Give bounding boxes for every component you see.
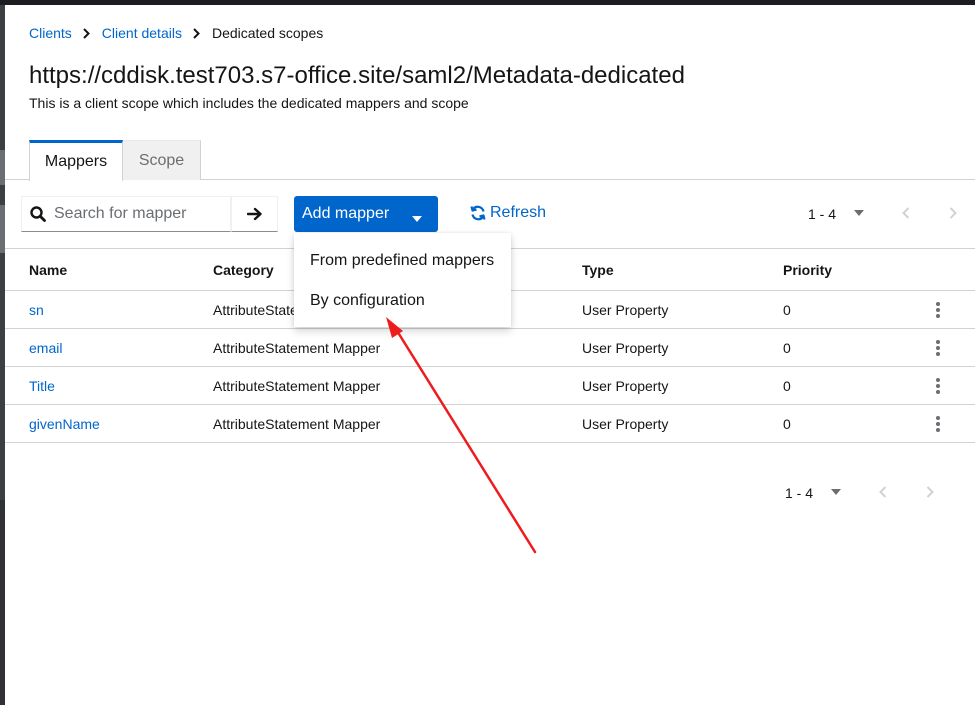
angle-right-icon xyxy=(72,27,102,39)
column-header-type[interactable]: Type xyxy=(582,249,614,290)
mapper-name-link[interactable]: email xyxy=(29,329,62,366)
mapper-type: User Property xyxy=(582,377,669,394)
pagination-count[interactable]: 1 - 4 xyxy=(808,206,836,222)
kebab-icon[interactable] xyxy=(931,405,945,442)
mapper-priority: 0 xyxy=(783,377,791,394)
mapper-category: AttributeStatement Mapper xyxy=(213,415,381,432)
caret-down-icon[interactable] xyxy=(854,210,864,216)
search-input[interactable] xyxy=(54,205,224,223)
add-mapper-label: Add mapper xyxy=(302,205,390,222)
menu-item-from-predefined-mappers[interactable]: From predefined mappers xyxy=(294,241,511,281)
column-header-name[interactable]: Name xyxy=(29,249,67,290)
kebab-icon[interactable] xyxy=(931,291,945,328)
mapper-type: User Property xyxy=(582,415,669,432)
table-row: Title AttributeStatement Mapper User Pro… xyxy=(5,367,975,405)
add-mapper-button[interactable]: Add mapper xyxy=(294,196,438,232)
tab-scope[interactable]: Scope xyxy=(123,140,201,180)
mapper-category: AttributeStatement Mapper xyxy=(213,377,381,394)
kebab-icon[interactable] xyxy=(931,329,945,366)
app-top-bar xyxy=(0,0,975,5)
refresh-button[interactable]: Refresh xyxy=(470,204,546,222)
menu-item-by-configuration[interactable]: By configuration xyxy=(294,281,511,321)
pagination-bottom: 1 - 4 xyxy=(785,484,945,502)
add-mapper-dropdown-menu: From predefined mappers By configuration xyxy=(294,233,511,327)
angle-right-icon[interactable] xyxy=(926,486,934,498)
arrow-right-icon xyxy=(246,207,263,221)
kebab-icon[interactable] xyxy=(931,367,945,404)
mapper-priority: 0 xyxy=(783,339,791,356)
refresh-label: Refresh xyxy=(490,204,547,221)
breadcrumb: Clients Client details Dedicated scopes xyxy=(29,24,323,42)
angle-left-icon[interactable] xyxy=(902,207,910,219)
angle-right-icon xyxy=(182,27,212,39)
angle-right-icon[interactable] xyxy=(949,207,957,219)
page-title: https://cddisk.test703.s7-office.site/sa… xyxy=(29,62,685,89)
mapper-category: AttributeStatement Mapper xyxy=(213,339,381,356)
angle-left-icon[interactable] xyxy=(879,486,887,498)
table-row: email AttributeStatement Mapper User Pro… xyxy=(5,329,975,367)
page-description: This is a client scope which includes th… xyxy=(29,95,469,111)
mapper-name-link[interactable]: Title xyxy=(29,367,55,404)
mapper-name-link[interactable]: sn xyxy=(29,291,44,328)
pagination-count[interactable]: 1 - 4 xyxy=(785,485,813,501)
caret-down-icon xyxy=(412,210,422,228)
pagination-top: 1 - 4 xyxy=(808,205,968,223)
breadcrumb-client-details-link[interactable]: Client details xyxy=(102,25,182,41)
mapper-name-link[interactable]: givenName xyxy=(29,405,100,442)
sync-icon xyxy=(470,205,486,221)
column-header-category[interactable]: Category xyxy=(213,249,274,290)
tab-mappers[interactable]: Mappers xyxy=(29,140,123,181)
caret-down-icon[interactable] xyxy=(831,489,841,495)
search-icon xyxy=(22,206,54,222)
search-box xyxy=(21,196,231,232)
tab-bar: Mappers Scope xyxy=(5,140,975,181)
column-header-priority[interactable]: Priority xyxy=(783,249,832,290)
breadcrumb-current: Dedicated scopes xyxy=(211,25,324,41)
mapper-type: User Property xyxy=(582,301,669,318)
mapper-priority: 0 xyxy=(783,415,791,432)
breadcrumb-clients-link[interactable]: Clients xyxy=(29,25,72,41)
mapper-priority: 0 xyxy=(783,301,791,318)
table-row: givenName AttributeStatement Mapper User… xyxy=(5,405,975,443)
mapper-type: User Property xyxy=(582,339,669,356)
search-submit-button[interactable] xyxy=(231,196,278,232)
